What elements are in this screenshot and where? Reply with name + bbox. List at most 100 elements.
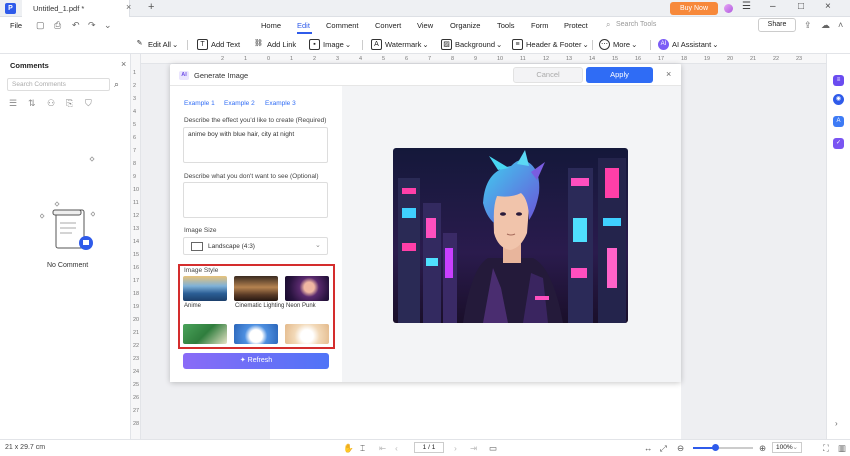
ruler-left-label: 1 xyxy=(133,70,137,76)
redo-icon[interactable]: ↷ xyxy=(88,20,96,31)
no-comment-text: No Comment xyxy=(47,262,89,269)
export-icon[interactable]: ⎘ xyxy=(66,98,73,109)
fullscreen-icon[interactable]: ⛶ xyxy=(823,443,829,454)
list-icon[interactable]: ☰ xyxy=(9,98,17,109)
search-icon[interactable]: ⌕ xyxy=(114,79,119,90)
image-size-select[interactable]: Landscape (4:3) ⌄ xyxy=(183,237,328,255)
tab-view[interactable]: View xyxy=(417,21,433,30)
cancel-button[interactable]: Cancel xyxy=(513,67,583,83)
file-menu[interactable]: File xyxy=(10,21,22,30)
last-page-icon[interactable]: ⇥ xyxy=(470,443,477,454)
cloud-icon[interactable]: ☁ xyxy=(821,20,830,31)
more-button[interactable]: ⋯ More ⌄ xyxy=(599,37,637,51)
menu-bar: File ▢ ⎙ ↶ ↷ ⌄ Home Edit Comment Convert… xyxy=(0,17,850,34)
document-tab[interactable]: Untitled_1.pdf * × xyxy=(22,0,131,17)
buy-now-button[interactable]: Buy Now xyxy=(670,2,718,15)
refresh-button[interactable]: ✦ Refresh xyxy=(183,353,329,369)
sort-icon[interactable]: ⇅ xyxy=(28,98,36,109)
search-comments-input[interactable]: Search Comments xyxy=(7,78,110,91)
new-tab-icon[interactable]: + xyxy=(148,1,154,13)
negative-prompt-textarea[interactable] xyxy=(183,182,328,218)
ruler-top-label: 4 xyxy=(359,56,363,62)
generated-image[interactable] xyxy=(393,148,628,323)
zoom-slider-thumb[interactable] xyxy=(711,444,719,451)
tab-form[interactable]: Form xyxy=(531,21,549,30)
document-tab-label: Untitled_1.pdf * xyxy=(33,4,85,13)
image-button[interactable]: ▪ Image ⌄ xyxy=(309,37,351,51)
style-cinematic-thumbnail[interactable] xyxy=(234,276,278,301)
zoom-level-value: 100% xyxy=(776,444,793,451)
ruler-left-label: 23 xyxy=(133,356,140,362)
style-anime-thumbnail[interactable] xyxy=(183,276,227,301)
properties-icon[interactable]: ≡ xyxy=(833,75,844,86)
next-page-icon[interactable]: › xyxy=(454,443,457,453)
close-panel-icon[interactable]: × xyxy=(121,59,126,69)
tab-home[interactable]: Home xyxy=(261,21,281,30)
zoom-level-select[interactable]: 100% ⌄ xyxy=(772,442,802,453)
close-tab-icon[interactable]: × xyxy=(126,2,131,12)
example-2-link[interactable]: Example 2 xyxy=(224,100,255,107)
ruler-top-label: 16 xyxy=(635,56,642,62)
filter-icon[interactable]: ⛉ xyxy=(85,98,92,109)
ruler-top-label: 13 xyxy=(566,56,573,62)
background-button[interactable]: ▨ Background ⌄ xyxy=(441,37,502,51)
page-view-icon[interactable]: ▭ xyxy=(489,443,497,454)
style-6-thumbnail[interactable] xyxy=(285,324,329,344)
empty-comments-illustration-icon xyxy=(40,156,95,250)
share-button[interactable]: Share xyxy=(758,18,796,32)
prev-page-icon[interactable]: ‹ xyxy=(395,443,398,453)
prompt-textarea[interactable]: anime boy with blue hair, city at night xyxy=(183,127,328,163)
undo-icon[interactable]: ↶ xyxy=(72,20,80,31)
hand-tool-icon[interactable]: ✋ xyxy=(343,443,354,454)
close-dialog-icon[interactable]: × xyxy=(666,69,671,79)
edit-all-button[interactable]: ✎ Edit All ⌄ xyxy=(134,37,179,51)
ai-check-icon[interactable]: ✓ xyxy=(833,138,844,149)
translate-icon[interactable]: A xyxy=(833,116,844,127)
more-quick-icon[interactable]: ⌄ xyxy=(104,20,112,31)
zoom-out-icon[interactable]: ⊖ xyxy=(677,443,684,454)
tab-comment[interactable]: Comment xyxy=(326,21,359,30)
expand-sidebar-icon[interactable]: › xyxy=(835,419,838,428)
save-icon[interactable]: ▢ xyxy=(36,20,45,31)
ruler-top-label: 2 xyxy=(313,56,317,62)
tab-organize[interactable]: Organize xyxy=(450,21,480,30)
apply-button[interactable]: Apply xyxy=(586,67,653,83)
upload-icon[interactable]: ⇪ xyxy=(804,20,812,31)
close-window-icon[interactable]: × xyxy=(825,1,831,12)
style-5-thumbnail[interactable] xyxy=(234,324,278,344)
print-icon[interactable]: ⎙ xyxy=(54,20,61,31)
example-1-link[interactable]: Example 1 xyxy=(184,100,215,107)
tab-convert[interactable]: Convert xyxy=(375,21,401,30)
style-neon-punk-thumbnail[interactable] xyxy=(285,276,329,301)
zoom-in-icon[interactable]: ⊕ xyxy=(759,443,766,454)
collapse-ribbon-icon[interactable]: ˄ xyxy=(838,20,843,30)
tab-tools[interactable]: Tools xyxy=(497,21,515,30)
page-number-input[interactable]: 1 / 1 xyxy=(414,442,444,453)
watermark-button[interactable]: A Watermark ⌄ xyxy=(371,37,429,51)
header-footer-button[interactable]: ≡ Header & Footer ⌄ xyxy=(512,37,589,51)
ai-chat-icon[interactable]: ◉ xyxy=(833,94,844,105)
user-filter-icon[interactable]: ⚇ xyxy=(47,98,55,109)
layout-icon[interactable]: ▥ xyxy=(838,443,846,454)
tab-edit[interactable]: Edit xyxy=(297,21,310,30)
ruler-top-label: 10 xyxy=(497,56,504,62)
ruler-top-label: 20 xyxy=(727,56,734,62)
tab-protect[interactable]: Protect xyxy=(564,21,588,30)
ruler-top-label: 2 xyxy=(221,56,225,62)
maximize-icon[interactable]: □ xyxy=(798,1,804,12)
ruler-left-label: 18 xyxy=(133,291,140,297)
select-tool-icon[interactable]: ⌶ xyxy=(360,443,365,454)
first-page-icon[interactable]: ⇤ xyxy=(379,443,386,454)
style-4-thumbnail[interactable] xyxy=(183,324,227,344)
add-text-button[interactable]: T Add Text xyxy=(197,37,240,51)
add-link-button[interactable]: ⛓ Add Link xyxy=(253,37,296,51)
image-style-label: Image Style xyxy=(184,267,219,274)
fit-width-icon[interactable]: ↔ xyxy=(644,443,653,453)
search-tools-input[interactable]: Search Tools xyxy=(616,21,656,28)
minimize-icon[interactable]: – xyxy=(770,1,776,12)
ai-assistant-button[interactable]: AI AI Assistant ⌄ xyxy=(658,37,718,51)
fit-page-icon[interactable]: ⤢ xyxy=(660,443,667,454)
notification-icon[interactable]: ☰ xyxy=(742,1,751,12)
example-3-link[interactable]: Example 3 xyxy=(265,100,296,107)
avatar[interactable] xyxy=(724,4,733,13)
